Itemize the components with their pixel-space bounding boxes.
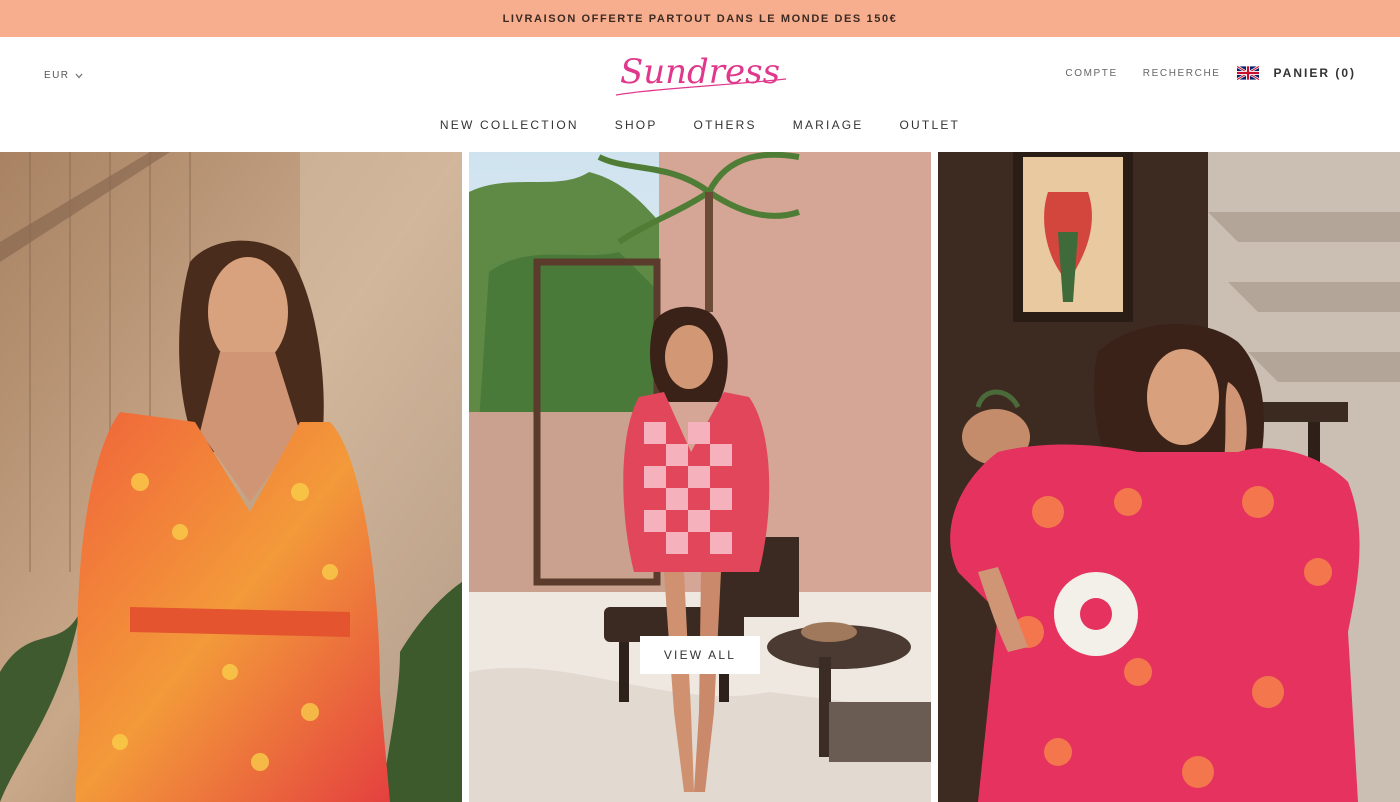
view-all-button[interactable]: VIEW ALL [640, 636, 760, 674]
nav-item-mariage[interactable]: MARIAGE [793, 118, 864, 132]
nav-item-others[interactable]: OTHERS [694, 118, 757, 132]
hero-image-orange-dress[interactable] [0, 152, 462, 802]
account-link[interactable]: COMPTE [1065, 68, 1117, 79]
nav-item-shop[interactable]: SHOP [615, 118, 658, 132]
cart-link[interactable]: PANIER (0) [1274, 66, 1356, 80]
nav-item-new-collection[interactable]: NEW COLLECTION [440, 118, 579, 132]
logo-wordmark: Sundress [615, 52, 787, 96]
announcement-bar: LIVRAISON OFFERTE PARTOUT DANS LE MONDE … [0, 0, 1400, 37]
hero-gallery: VIEW ALL [0, 152, 1400, 802]
currency-selector[interactable]: EUR [44, 70, 83, 81]
brand-logo[interactable]: Sundress [610, 49, 790, 99]
header-utility-nav: COMPTE RECHERCHE PANIER (0) [1065, 66, 1356, 80]
site-header: EUR Sundress COMPTE RECHERCHE PANIER (0)… [0, 37, 1400, 152]
hero-image-checked-romper[interactable] [469, 152, 931, 802]
currency-label: EUR [44, 70, 70, 81]
hero-image-pink-dress[interactable] [938, 152, 1400, 802]
announcement-text: LIVRAISON OFFERTE PARTOUT DANS LE MONDE … [502, 12, 898, 25]
chevron-down-icon [75, 73, 83, 78]
uk-flag-icon[interactable] [1236, 66, 1259, 80]
nav-item-outlet[interactable]: OUTLET [900, 118, 961, 132]
main-navigation: NEW COLLECTION SHOP OTHERS MARIAGE OUTLE… [0, 118, 1400, 132]
search-link[interactable]: RECHERCHE [1143, 68, 1221, 79]
